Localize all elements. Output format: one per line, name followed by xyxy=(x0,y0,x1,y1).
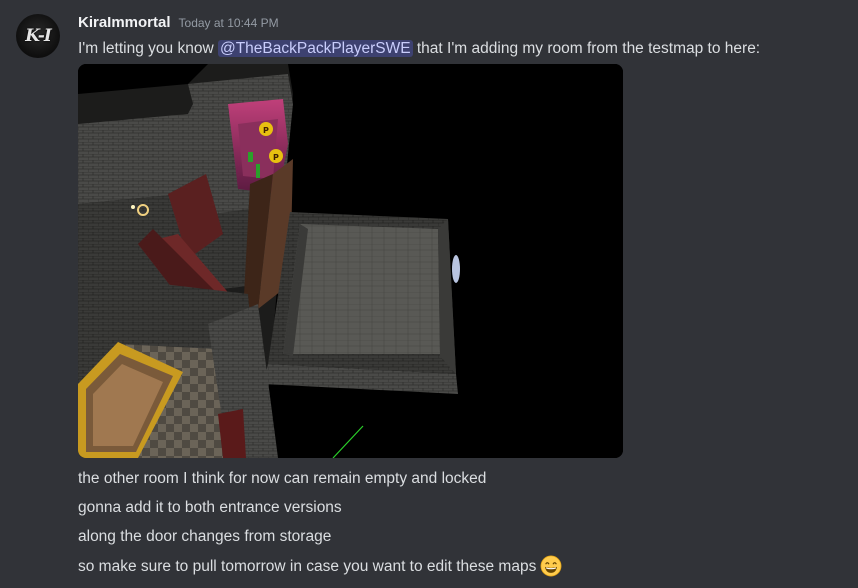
avatar[interactable]: K-I xyxy=(16,14,60,58)
avatar-logo-text: K-I xyxy=(25,26,52,46)
message-text: so make sure to pull tomorrow in case yo… xyxy=(78,558,537,575)
user-mention[interactable]: @TheBackPackPlayerSWE xyxy=(217,40,413,57)
message-text: the other room I think for now can remai… xyxy=(78,470,487,487)
username[interactable]: KiraImmortal xyxy=(78,14,171,31)
message-content-line: I'm letting you know @TheBackPackPlayerS… xyxy=(78,38,760,60)
message-text: that I'm adding my room from the testmap… xyxy=(412,40,761,57)
chat-message: K-I KiraImmortal Today at 10:44 PM I'm l… xyxy=(0,0,858,588)
message-timestamp: Today at 10:44 PM xyxy=(178,16,279,30)
svg-text:P: P xyxy=(273,153,279,162)
grinning-face-emoji-icon[interactable] xyxy=(540,555,562,577)
message-text: gonna add it to both entrance versions xyxy=(78,499,342,516)
image-attachment[interactable]: P P xyxy=(78,64,623,458)
svg-text:P: P xyxy=(263,126,269,135)
message-text: I'm letting you know xyxy=(78,40,218,57)
message-content-line: so make sure to pull tomorrow in case yo… xyxy=(78,555,562,578)
game-screenshot-image: P P xyxy=(78,64,623,458)
message-header: KiraImmortal Today at 10:44 PM xyxy=(78,14,279,34)
message-text: along the door changes from storage xyxy=(78,528,332,545)
